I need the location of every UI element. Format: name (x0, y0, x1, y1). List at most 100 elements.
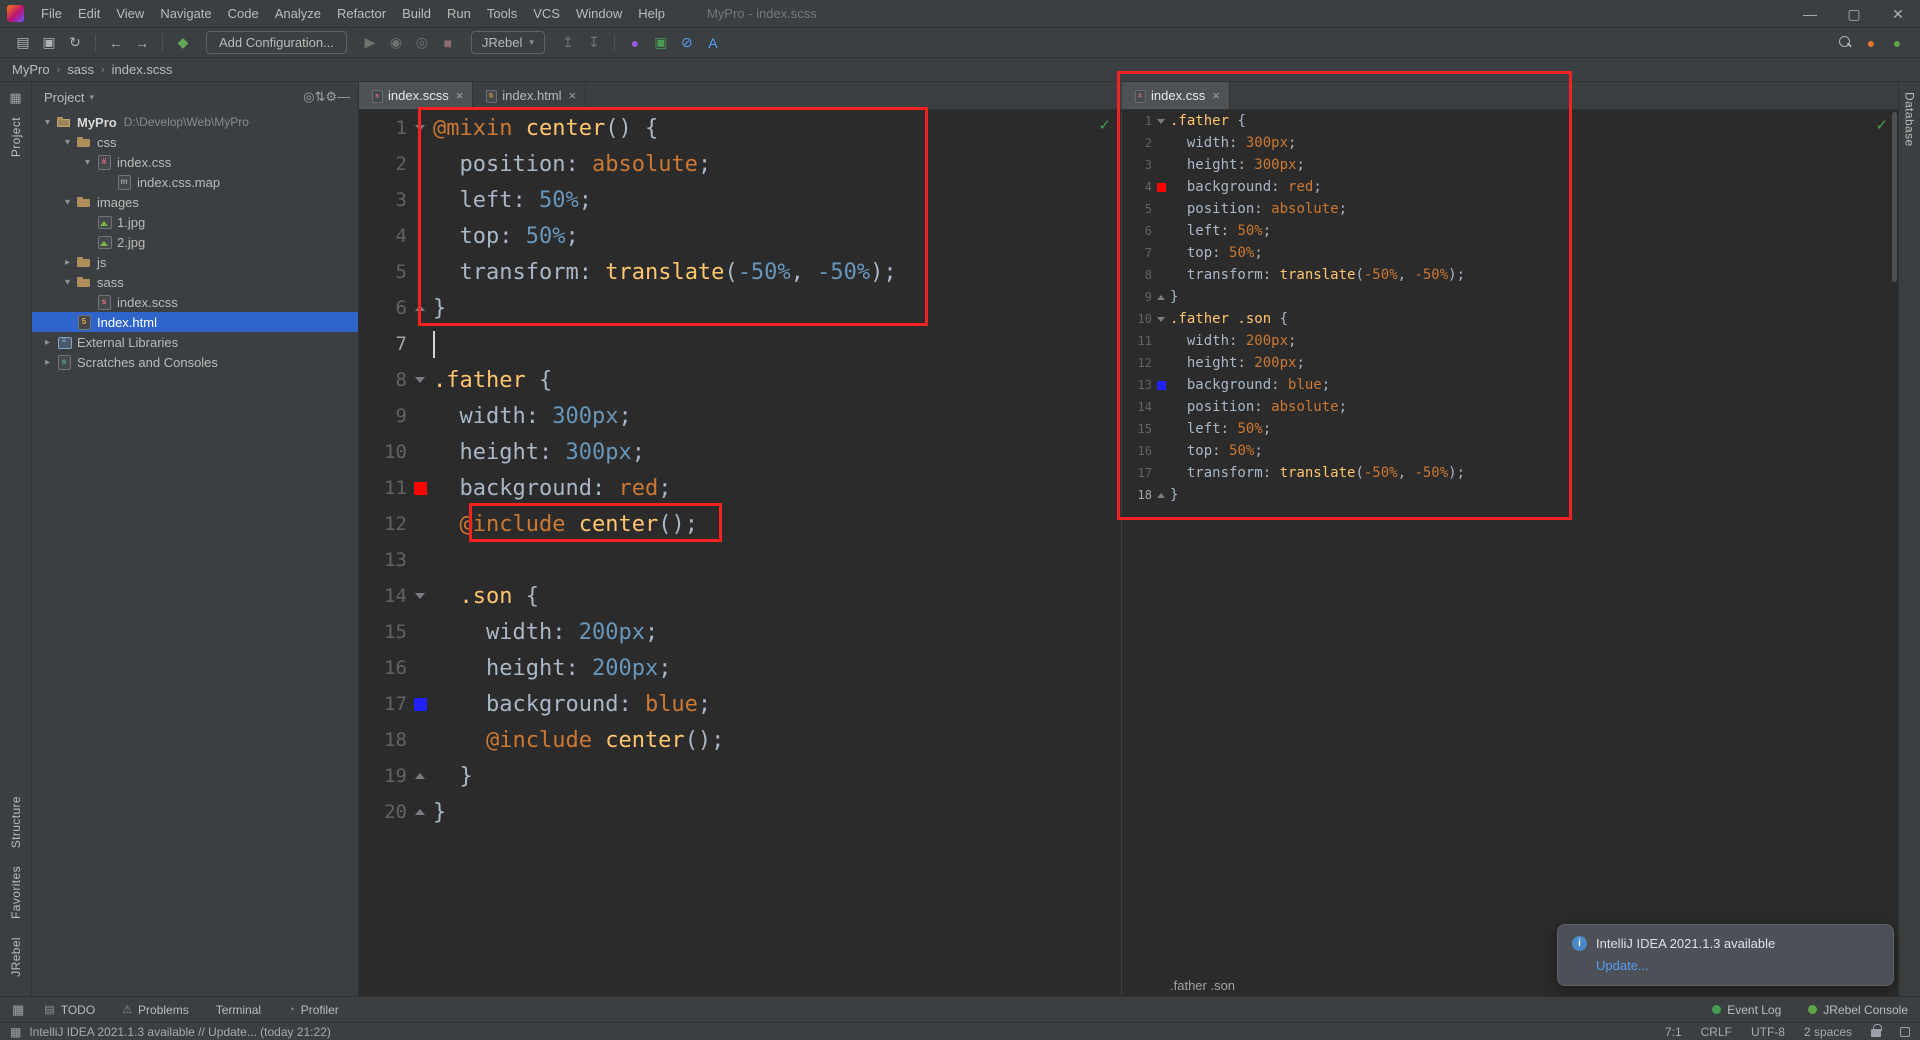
code-line-16[interactable]: 16 height: 200px; (359, 650, 1121, 686)
fold-marker[interactable] (415, 809, 425, 815)
menu-tools[interactable]: Tools (479, 0, 525, 28)
editor-css[interactable]: index.css× ✓ 1.father {2 width: 300px;3 … (1122, 82, 1898, 996)
code-line-13[interactable]: 13 (359, 542, 1121, 578)
jrebel-dropdown[interactable]: JRebel ▾ (470, 31, 545, 54)
code-line-4[interactable]: 4 background: red; (1122, 176, 1898, 198)
green-ball-icon[interactable]: ● (1884, 32, 1910, 54)
tool-button-problems[interactable]: ⚠ Problems (122, 1003, 189, 1017)
color-preview-swatch[interactable] (1156, 380, 1166, 390)
code-line-1[interactable]: 1 .father { (1122, 110, 1898, 132)
close-tab-icon[interactable]: × (456, 89, 464, 102)
chevron-right-icon[interactable]: ▸ (40, 337, 55, 348)
code-line-3[interactable]: 3 height: 300px; (1122, 154, 1898, 176)
line-ending-indicator[interactable]: CRLF (1701, 1025, 1732, 1039)
tree-item-js[interactable]: ▸ js (32, 252, 358, 272)
tree-item-2-jpg[interactable]: 2.jpg (32, 232, 358, 252)
step-down-icon[interactable]: ↧ (581, 32, 607, 54)
breadcrumb-index-scss[interactable]: index.scss (110, 62, 175, 77)
code-line-10[interactable]: 10 height: 300px; (359, 434, 1121, 470)
code-line-9[interactable]: 9 width: 300px; (359, 398, 1121, 434)
maximize-button[interactable]: ▢ (1832, 0, 1876, 27)
indent-indicator[interactable]: 2 spaces (1804, 1025, 1852, 1039)
code-line-4[interactable]: 4 top: 50%; (359, 218, 1121, 254)
debug-bug-icon[interactable]: ◉ (383, 32, 409, 54)
code-line-7[interactable]: 7 top: 50%; (1122, 242, 1898, 264)
save-all-icon[interactable]: ▣ (36, 32, 62, 54)
fold-marker[interactable] (415, 125, 425, 131)
color-preview-swatch[interactable] (413, 481, 427, 495)
code-line-19[interactable]: 19 } (359, 758, 1121, 794)
hide-panel-icon[interactable]: — (337, 89, 350, 104)
translate-icon[interactable]: A (700, 32, 726, 54)
tree-item-external-libraries[interactable]: ▸ External Libraries (32, 332, 358, 352)
tree-item-images[interactable]: ▾ images (32, 192, 358, 212)
tree-item-index-scss[interactable]: index.scss (32, 292, 358, 312)
code-line-5[interactable]: 5 position: absolute; (1122, 198, 1898, 220)
run-icon[interactable]: ▶ (357, 32, 383, 54)
tool-button-jrebel-console[interactable]: JRebel Console (1808, 1003, 1908, 1017)
breadcrumb-sass[interactable]: sass (65, 62, 96, 77)
tool-button-todo[interactable]: ▤ TODO (44, 1003, 95, 1017)
close-tab-icon[interactable]: × (569, 89, 577, 102)
code-line-12[interactable]: 12 @include center(); (359, 506, 1121, 542)
tab-index-scss[interactable]: index.scss × (359, 82, 474, 109)
code-line-6[interactable]: 6 left: 50%; (1122, 220, 1898, 242)
code-line-2[interactable]: 2 width: 300px; (1122, 132, 1898, 154)
menu-file[interactable]: File (33, 0, 70, 28)
tree-item-index-html[interactable]: Index.html (32, 312, 358, 332)
tab-index-css[interactable]: index.css × (1122, 82, 1230, 109)
code-line-14[interactable]: 14 position: absolute; (1122, 396, 1898, 418)
menu-build[interactable]: Build (394, 0, 439, 28)
menu-analyze[interactable]: Analyze (267, 0, 329, 28)
tab-index-html[interactable]: index.html × (473, 82, 587, 109)
menu-code[interactable]: Code (220, 0, 267, 28)
stop-icon[interactable]: ■ (435, 32, 461, 54)
tool-button-terminal[interactable]: Terminal (216, 1003, 261, 1017)
scrollbar-thumb[interactable] (1892, 112, 1897, 282)
add-configuration-button[interactable]: Add Configuration... (206, 31, 347, 54)
code-line-12[interactable]: 12 height: 200px; (1122, 352, 1898, 374)
code-line-1[interactable]: 1 @mixin center() { (359, 110, 1121, 146)
tree-item-mypro[interactable]: ▾ MyPro D:\Develop\Web\MyPro (32, 112, 358, 132)
status-message[interactable]: IntelliJ IDEA 2021.1.3 available // Upda… (29, 1025, 331, 1039)
tool-button-event-log[interactable]: Event Log (1712, 1003, 1781, 1017)
menu-edit[interactable]: Edit (70, 0, 108, 28)
tool-button-project[interactable]: Project (9, 117, 23, 157)
code-area-scss[interactable]: 1 @mixin center() {2 position: absolute; 3… (359, 110, 1121, 996)
project-panel-title[interactable]: Project (44, 90, 84, 105)
code-line-3[interactable]: 3 left: 50%; (359, 182, 1121, 218)
tree-item-index-css[interactable]: ▾ index.css (32, 152, 358, 172)
tree-item-1-jpg[interactable]: 1.jpg (32, 212, 358, 232)
fold-marker[interactable] (1157, 316, 1165, 322)
editor-scss[interactable]: index.scss×index.html× ✓ 1@mixin center(… (359, 82, 1122, 996)
menu-window[interactable]: Window (568, 0, 630, 28)
fold-marker[interactable] (1157, 294, 1165, 300)
open-project-icon[interactable]: ▤ (10, 32, 36, 54)
reader-mode-icon[interactable] (1900, 1026, 1910, 1037)
fold-marker[interactable] (1157, 118, 1165, 124)
fold-marker[interactable] (415, 377, 425, 383)
encoding-indicator[interactable]: UTF-8 (1751, 1025, 1785, 1039)
code-line-11[interactable]: 11 width: 200px; (1122, 330, 1898, 352)
code-line-11[interactable]: 11 background: red; (359, 470, 1121, 506)
tree-item-index-css-map[interactable]: index.css.map (32, 172, 358, 192)
fold-marker[interactable] (415, 305, 425, 311)
code-line-15[interactable]: 15 width: 200px; (359, 614, 1121, 650)
code-line-13[interactable]: 13 background: blue; (1122, 374, 1898, 396)
orange-ball-icon[interactable]: ● (1858, 32, 1884, 54)
search-icon[interactable] (1832, 32, 1858, 54)
color-preview-swatch[interactable] (413, 697, 427, 711)
menu-help[interactable]: Help (630, 0, 673, 28)
chevron-right-icon[interactable]: ▸ (40, 357, 55, 368)
code-line-7[interactable]: 7 (359, 326, 1121, 362)
step-up-icon[interactable]: ↥ (555, 32, 581, 54)
code-line-18[interactable]: 18 @include center(); (359, 722, 1121, 758)
coverage-icon[interactable]: ◎ (409, 32, 435, 54)
paint-brush-icon[interactable]: ◆ (170, 32, 196, 54)
menu-refactor[interactable]: Refactor (329, 0, 394, 28)
code-line-8[interactable]: 8 transform: translate(-50%, -50%); (1122, 264, 1898, 286)
status-corner-icon[interactable]: ▦ (10, 1025, 21, 1039)
fold-marker[interactable] (1157, 492, 1165, 498)
green-check-square-icon[interactable]: ▣ (648, 32, 674, 54)
locate-file-icon[interactable]: ◎ (303, 89, 314, 104)
